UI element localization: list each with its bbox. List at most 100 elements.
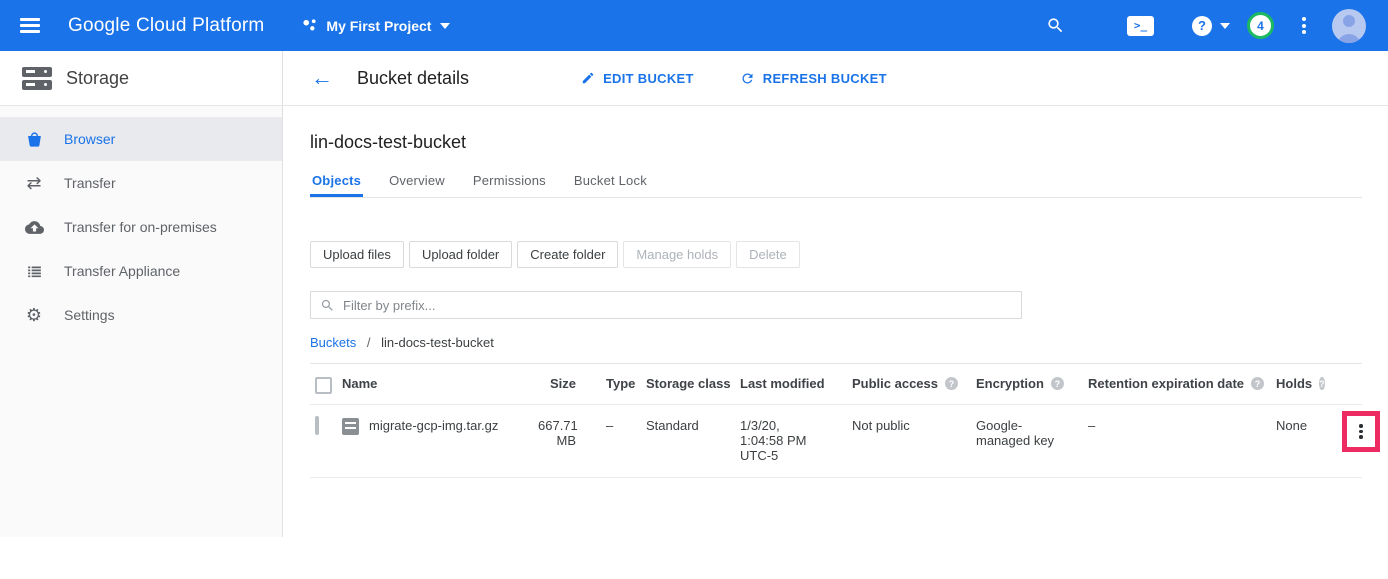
search-icon[interactable] [1046,16,1065,35]
table-header: Name Size Type Storage class Last modified Pu… [310,364,1362,405]
column-label: Type [606,376,635,391]
cell-holds: None [1276,418,1322,433]
filter-placeholder: Filter by prefix... [343,298,435,313]
gcp-console: Google Cloud Platform My First Project >… [0,0,1388,579]
notifications-badge[interactable]: 4 [1247,12,1274,39]
filter-input[interactable]: Filter by prefix... [310,291,1022,319]
cell-encryption: Google- managed key [976,418,1088,448]
column-label: Size [550,376,576,391]
refresh-bucket-button[interactable]: REFRESH BUCKET [740,71,887,86]
project-name: My First Project [326,18,431,34]
help-icon[interactable]: ? [945,377,958,390]
tab-bucket-lock[interactable]: Bucket Lock [572,167,649,197]
sidebar-item-label: Transfer [64,175,116,191]
column-label: Retention expiration date [1088,376,1244,391]
help-menu[interactable]: ? [1192,16,1230,36]
sidebar-item-label: Transfer Appliance [64,263,180,279]
upload-folder-button[interactable]: Upload folder [409,241,512,268]
appliance-icon [23,263,45,280]
cell-type: – [582,418,646,433]
product-title: Storage [66,68,129,89]
cell-public_access: Not public [852,418,976,433]
page-header: Storage ← Bucket details EDIT BUCKET REF… [0,51,1388,106]
column-header-checkbox [310,376,342,394]
page-title: Bucket details [357,68,469,89]
sidebar-item-label: Settings [64,307,115,323]
sidebar-item-transfer-for-on-premises[interactable]: Transfer for on-premises [0,205,282,249]
help-icon[interactable]: ? [1319,377,1325,390]
table-row: migrate-gcp-img.tar.gz667.71 MB–Standard… [310,405,1362,478]
tab-bar: Objects Overview Permissions Bucket Lock [310,167,1362,198]
column-header-storage_class: Storage class [646,376,740,391]
sidebar-item-settings[interactable]: ⚙ Settings [0,293,282,337]
main-content: lin-docs-test-bucket Objects Overview Perm… [283,106,1388,478]
cell-retention: – [1088,418,1276,433]
action-buttons: Upload filesUpload folderCreate folderMa… [310,241,1362,268]
chevron-down-icon [1220,23,1230,29]
breadcrumb: Buckets / lin-docs-test-bucket [310,335,1362,350]
cell-name: migrate-gcp-img.tar.gz [342,418,538,435]
breadcrumb-current: lin-docs-test-bucket [381,335,494,350]
project-icon [302,18,317,33]
swap-arrows-icon: ⇄ [23,173,45,194]
manage-holds-button: Manage holds [623,241,731,268]
create-folder-button[interactable]: Create folder [517,241,618,268]
tab-objects[interactable]: Objects [310,167,363,197]
tab-permissions[interactable]: Permissions [471,167,548,197]
column-header-type: Type [582,376,646,391]
column-header-last_modified: Last modified [740,376,852,391]
column-label: Public access [852,376,938,391]
bucket-name: lin-docs-test-bucket [310,132,1362,153]
column-label: Name [342,376,377,391]
project-selector[interactable]: My First Project [302,18,450,34]
edit-bucket-button[interactable]: EDIT BUCKET [581,71,694,86]
help-icon[interactable]: ? [1251,377,1264,390]
cloud-upload-icon [23,218,45,237]
tab-overview[interactable]: Overview [387,167,447,197]
cell-size: 667.71 MB [538,418,582,448]
sidebar-item-transfer-appliance[interactable]: Transfer Appliance [0,249,282,293]
column-label: Storage class [646,376,731,391]
select-all-checkbox[interactable] [315,377,332,394]
storage-product-icon [22,64,52,93]
sidebar-item-browser[interactable]: Browser [0,117,282,161]
annotation-highlight [1342,411,1380,452]
brand-title[interactable]: Google Cloud Platform [68,15,264,37]
column-header-retention: Retention expiration date? [1088,376,1276,391]
avatar[interactable] [1332,9,1366,43]
overflow-menu-icon[interactable] [1302,15,1306,37]
upload-files-button[interactable]: Upload files [310,241,404,268]
product-header: Storage [0,51,283,105]
breadcrumb-buckets-link[interactable]: Buckets [310,335,356,350]
help-icon: ? [1192,16,1212,36]
row-checkbox[interactable] [315,416,319,435]
cell-checkbox [310,418,342,433]
sidebar-item-transfer[interactable]: ⇄ Transfer [0,161,282,205]
row-menu-icon[interactable] [1359,422,1363,441]
sidebar: Browser ⇄ Transfer Transfer for on-premises… [0,106,283,537]
column-label: Holds [1276,376,1312,391]
column-label: Last modified [740,376,825,391]
help-icon[interactable]: ? [1051,377,1064,390]
hamburger-menu-icon[interactable] [20,15,40,37]
gear-icon: ⚙ [23,305,45,326]
bucket-icon [23,131,45,148]
objects-table: Name Size Type Storage class Last modified Pu… [310,363,1362,478]
column-header-holds: Holds? [1276,376,1322,391]
sidebar-item-label: Transfer for on-premises [64,219,217,235]
cell-menu [1322,418,1362,452]
column-label: Encryption [976,376,1044,391]
cloud-shell-icon[interactable]: >_ [1127,16,1154,36]
back-arrow-icon[interactable]: ← [311,67,333,89]
object-name-link[interactable]: migrate-gcp-img.tar.gz [369,418,498,433]
pencil-icon [581,71,595,85]
refresh-icon [740,71,755,86]
column-header-encryption: Encryption? [976,376,1088,391]
column-header-size: Size [538,376,582,391]
topbar: Google Cloud Platform My First Project >… [0,0,1388,51]
file-icon [342,418,359,435]
column-header-public_access: Public access? [852,376,976,391]
column-header-name: Name [342,376,538,391]
sidebar-item-label: Browser [64,131,115,147]
search-icon [320,298,335,313]
